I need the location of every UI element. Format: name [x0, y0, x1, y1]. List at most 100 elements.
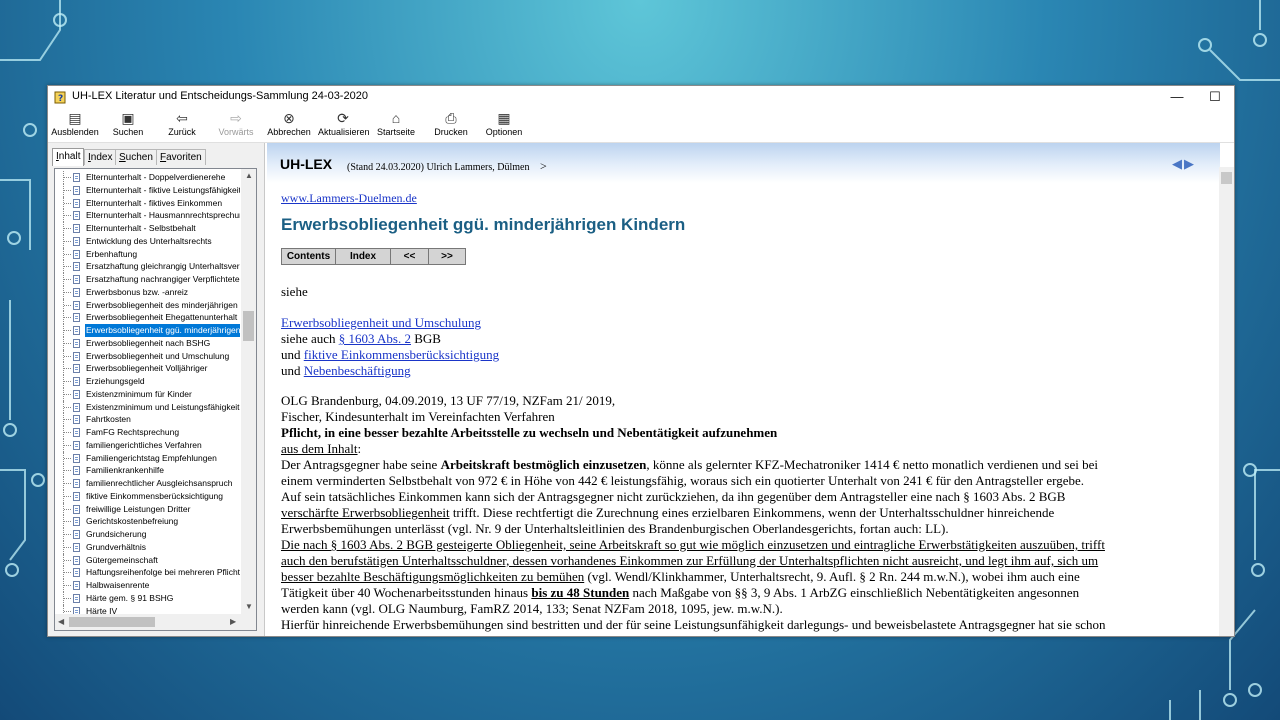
toolbar-print-button[interactable]: ⎙ Drucken: [431, 110, 471, 142]
document-page-icon: [73, 466, 80, 476]
document-page-icon: [73, 185, 80, 195]
document-vertical-scrollbar[interactable]: [1219, 167, 1234, 636]
next-button[interactable]: >>: [428, 248, 466, 265]
tree-item[interactable]: Grundverhältnis: [55, 540, 240, 554]
document-page-icon: [73, 491, 80, 501]
tree-item-label: freiwillige Leistungen Dritter: [86, 503, 191, 514]
toolbar-options-button[interactable]: ▦ Optionen: [484, 110, 524, 142]
tree-vertical-scrollbar[interactable]: ▲ ▼: [241, 169, 256, 614]
tree-item[interactable]: familiengerichtliches Verfahren: [55, 438, 240, 452]
tree-item[interactable]: Elternunterhalt - fiktives Einkommen: [55, 196, 240, 210]
tree-item[interactable]: Erbenhaftung: [55, 247, 240, 261]
tree-item[interactable]: Existenzminimum und Leistungsfähigkeit: [55, 400, 240, 414]
tree-item[interactable]: Grundsicherung: [55, 528, 240, 541]
tree-item-label: Härte gem. § 91 BSHG: [86, 592, 174, 603]
document-page-icon: [73, 364, 80, 374]
document-page-icon: [73, 300, 80, 310]
stand-arrow[interactable]: >: [540, 159, 547, 173]
tree-item-label: Gütergemeinschaft: [86, 554, 158, 565]
toolbar-stop-button[interactable]: ⊗ Abbrechen: [266, 110, 312, 142]
tree-item[interactable]: Erwerbsobliegenheit ggü. minderjährigen …: [55, 324, 240, 337]
toolbar-refresh-button[interactable]: ⟳ Aktualisieren: [318, 110, 370, 142]
tree-item[interactable]: Erwerbsobliegenheit Ehegattenunterhalt: [55, 311, 240, 324]
next-page-icon[interactable]: ▶: [1184, 156, 1196, 171]
link-fiktive-einkommensberuecksichtigung[interactable]: fiktive Einkommensberücksichtigung: [304, 347, 499, 362]
tree-scroll-thumb[interactable]: [243, 311, 254, 341]
tree-item-label: Erziehungsgeld: [86, 376, 145, 386]
prev-page-icon[interactable]: ◀: [1172, 156, 1184, 171]
tree-item-label: familienrechtlicher Ausgleichsanspruch: [86, 478, 233, 488]
document-page-icon: [73, 402, 80, 412]
contents-button[interactable]: Contents: [281, 248, 336, 265]
tree-item[interactable]: Ersatzhaftung gleichrangig Unterhaltsver…: [55, 260, 240, 273]
tree-item-label: Entwicklung des Unterhaltsrechts: [86, 235, 212, 246]
tree-item[interactable]: Gütergemeinschaft: [55, 553, 240, 567]
case-reference: Fischer, Kindesunterhalt im Vereinfachte…: [281, 409, 555, 424]
tab-inhalt[interactable]: Inhalt: [52, 148, 85, 166]
maximize-button[interactable]: ☐: [1196, 86, 1234, 108]
toolbar-home-button[interactable]: ⌂ Startseite: [376, 110, 416, 142]
tree-horizontal-scrollbar[interactable]: ◀ ▶: [55, 614, 256, 630]
document-scroll-thumb[interactable]: [1221, 172, 1232, 184]
tree-item[interactable]: Erwerbsobliegenheit des minderjährigen K…: [55, 298, 240, 312]
tree-item[interactable]: Familienkrankenhilfe: [55, 464, 240, 477]
prev-button[interactable]: <<: [390, 248, 429, 265]
tree-item[interactable]: Härte gem. § 91 BSHG: [55, 591, 240, 605]
tree-item[interactable]: Erwerbsobliegenheit nach BSHG: [55, 336, 240, 350]
tree-item-label: Elternunterhalt - fiktive Leistungsfähig…: [86, 184, 240, 195]
tree-item[interactable]: Fahrtkosten: [55, 413, 240, 426]
tree-item[interactable]: Familiengerichtstag Empfehlungen: [55, 451, 240, 465]
tab-index[interactable]: Index: [84, 149, 117, 165]
scroll-down-icon[interactable]: ▼: [245, 601, 253, 613]
toolbar-forward-button[interactable]: ⇨ Vorwärts: [214, 110, 258, 142]
tree-item[interactable]: freiwillige Leistungen Dritter: [55, 502, 240, 516]
tab-favoriten[interactable]: Favoriten: [156, 149, 206, 165]
document-page-icon: [73, 453, 80, 463]
website-link[interactable]: www.Lammers-Duelmen.de: [281, 191, 417, 205]
link-1603-abs-2[interactable]: § 1603 Abs. 2: [339, 331, 411, 346]
tree-item[interactable]: fiktive Einkommensberücksichtigung: [55, 489, 240, 503]
tab-suchen[interactable]: Suchen: [115, 149, 157, 165]
placeholder: [1160, 86, 1198, 108]
tree-item-label: Ersatzhaftung gleichrangig Unterhaltsver…: [86, 261, 240, 272]
body-line-3: Auf sein tatsächliches Einkommen kann si…: [281, 489, 1066, 504]
scroll-up-icon[interactable]: ▲: [245, 170, 253, 182]
tree-item[interactable]: Erwerbsbonus bzw. -anreiz: [55, 285, 240, 299]
tree-item[interactable]: Erwerbsobliegenheit und Umschulung: [55, 349, 240, 363]
tree-item[interactable]: Erziehungsgeld: [55, 375, 240, 388]
tree-item[interactable]: familienrechtlicher Ausgleichsanspruch: [55, 477, 240, 490]
tree-item-label: Erwerbsobliegenheit des minderjährigen K…: [86, 299, 240, 310]
link-erwerbsobliegenheit-umschulung[interactable]: Erwerbsobliegenheit und Umschulung: [281, 315, 481, 330]
document-page-icon: [73, 338, 80, 348]
tree-item[interactable]: Elternunterhalt - fiktive Leistungsfähig…: [55, 183, 240, 197]
tree-item[interactable]: Entwicklung des Unterhaltsrechts: [55, 234, 240, 248]
tree-item[interactable]: FamFG Rechtsprechung: [55, 426, 240, 439]
toolbar-search-button[interactable]: ▣ Suchen: [108, 110, 148, 142]
siehe-text: siehe: [281, 284, 308, 299]
stand-info: (Stand 24.03.2020) Ulrich Lammers, Dülme…: [347, 159, 547, 173]
index-button[interactable]: Index: [335, 248, 391, 265]
toolbar-hide-button[interactable]: ▤ Ausblenden: [50, 110, 100, 142]
tree-item[interactable]: Existenzminimum für Kinder: [55, 387, 240, 401]
document-page-icon: [73, 581, 80, 590]
scroll-right-icon[interactable]: ▶: [230, 616, 236, 628]
tree-item[interactable]: Ersatzhaftung nachrangiger Verpflichtete…: [55, 273, 240, 286]
tree-item[interactable]: Elternunterhalt - Hausmannrechtsprechung: [55, 209, 240, 222]
tree-item-label: FamFG Rechtsprechung: [86, 427, 180, 437]
tree-item[interactable]: Halbwaisenrente: [55, 579, 240, 592]
tree-item[interactable]: Haftungsreihenfolge bei mehreren Pflicht…: [55, 566, 240, 579]
tree-hscroll-thumb[interactable]: [69, 617, 155, 627]
scroll-left-icon[interactable]: ◀: [58, 616, 64, 628]
tree-item-label: Existenzminimum und Leistungsfähigkeit: [86, 401, 240, 412]
link-nebenbeschaeftigung[interactable]: Nebenbeschäftigung: [304, 363, 411, 378]
tree-item[interactable]: Gerichtskostenbefreiung: [55, 515, 240, 528]
tree-item[interactable]: Elternunterhalt - Doppelverdienerehe: [55, 171, 240, 184]
body-line-9: Tätigkeit über 40 Wochenarbeitsstunden h…: [281, 585, 1080, 600]
tree-item[interactable]: Elternunterhalt - Selbstbehalt: [55, 222, 240, 235]
tree-item-label: fiktive Einkommensberücksichtigung: [86, 490, 224, 501]
aus-dem-inhalt-line: aus dem Inhalt:: [281, 441, 362, 456]
document-page-icon: [73, 542, 80, 552]
tree-item-label: Erwerbsobliegenheit Ehegattenunterhalt: [86, 312, 238, 323]
toolbar-back-button[interactable]: ⇦ Zurück: [162, 110, 202, 142]
tree-item[interactable]: Erwerbsobliegenheit Volljähriger: [55, 362, 240, 375]
